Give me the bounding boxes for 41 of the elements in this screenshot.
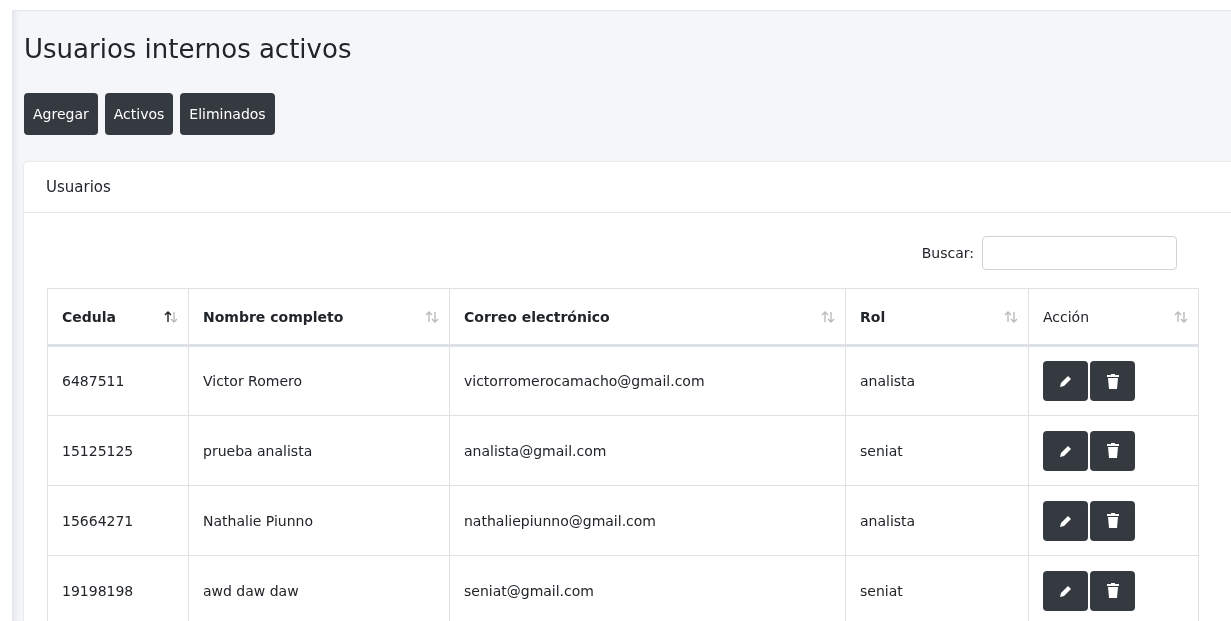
table-cell: victorromerocamacho@gmail.com: [449, 345, 846, 416]
table-cell: analista@gmail.com: [449, 415, 846, 486]
edit-button[interactable]: [1043, 430, 1088, 471]
trash-icon: [1106, 583, 1119, 598]
table-cell: seniat: [845, 415, 1029, 486]
delete-button[interactable]: [1090, 500, 1135, 541]
delete-button[interactable]: [1090, 570, 1135, 611]
table-cell: Victor Romero: [188, 345, 450, 416]
search-field[interactable]: [982, 236, 1177, 270]
table-cell: 15664271: [47, 485, 189, 556]
toolbar-button[interactable]: Eliminados: [180, 93, 275, 135]
pencil-icon: [1058, 513, 1073, 528]
delete-button[interactable]: [1090, 361, 1135, 401]
toolbar-button[interactable]: Activos: [104, 93, 174, 135]
table-cell: 6487511: [47, 345, 189, 416]
table-cell: Nathalie Piunno: [188, 485, 450, 556]
card-title: Usuarios: [46, 178, 111, 196]
edit-button[interactable]: [1043, 570, 1088, 611]
edit-button[interactable]: [1043, 500, 1088, 541]
column-header[interactable]: Acción: [1028, 288, 1199, 346]
pencil-icon: [1058, 583, 1073, 598]
column-header[interactable]: Correo electrónico: [449, 288, 846, 346]
search-label: Buscar:: [921, 245, 974, 261]
table-cell: nathaliepiunno@gmail.com: [449, 485, 846, 556]
toolbar-button[interactable]: Agregar: [24, 93, 98, 135]
table-cell: analista: [845, 345, 1029, 416]
pencil-icon: [1058, 443, 1073, 458]
table-cell: 19198198: [47, 555, 189, 621]
edit-button[interactable]: [1043, 361, 1088, 401]
delete-button[interactable]: [1090, 430, 1135, 471]
table-cell: 15125125: [47, 415, 189, 486]
table-cell: analista: [845, 485, 1029, 556]
column-header[interactable]: Cedula: [47, 288, 189, 346]
trash-icon: [1106, 513, 1119, 528]
page-title: Usuarios internos activos: [24, 33, 352, 65]
trash-icon: [1106, 373, 1119, 389]
pencil-icon: [1058, 374, 1073, 388]
column-header[interactable]: Rol: [845, 288, 1029, 346]
trash-icon: [1106, 443, 1119, 458]
table-cell: prueba analista: [188, 415, 450, 486]
column-header[interactable]: Nombre completo: [188, 288, 450, 346]
